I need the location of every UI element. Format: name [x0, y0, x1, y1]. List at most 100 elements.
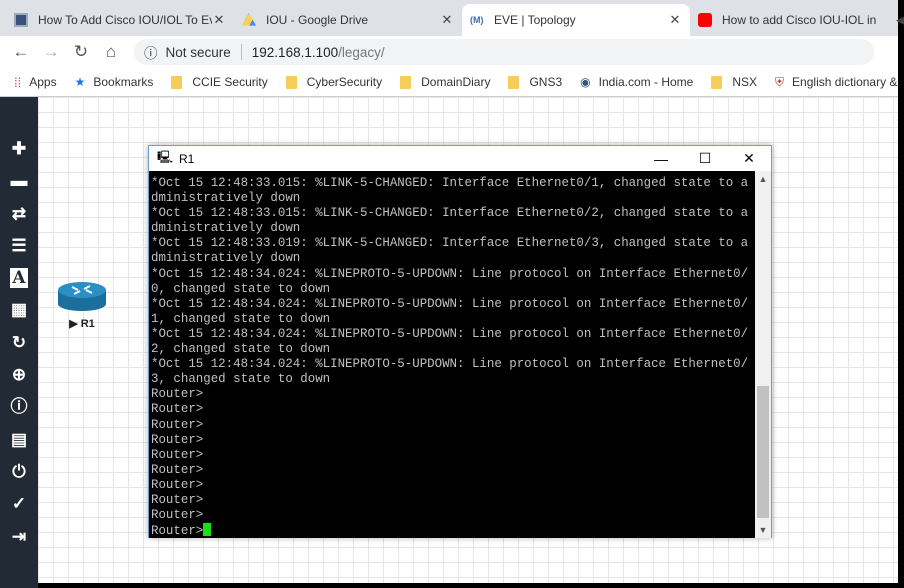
url-input[interactable]: ⓘ Not secure 192.168.1.100/legacy/	[134, 39, 874, 65]
youtube-icon	[698, 13, 712, 27]
tab-strip: How To Add Cisco IOU/IOL To Ev ✕ IOU - Go…	[6, 4, 904, 36]
minimize-button[interactable]: —	[639, 151, 683, 167]
bookmark-gns3[interactable]: GNS3	[508, 75, 562, 89]
terminal-line: dministratively down	[151, 251, 301, 266]
cursor	[203, 523, 212, 537]
tab-title: How To Add Cisco IOU/IOL To Ev	[38, 13, 212, 27]
close-button[interactable]: ✕	[727, 150, 771, 167]
terminal-line: 3, changed state to down	[151, 372, 331, 387]
scrollbar-thumb[interactable]	[757, 386, 769, 518]
list-icon[interactable]: ▤	[0, 424, 38, 456]
folder-icon	[400, 75, 412, 89]
terminal-line: *Oct 15 12:48:34.024: %LINEPROTO-5-UPDOW…	[151, 296, 749, 311]
close-tab-icon[interactable]: ✕	[440, 12, 454, 28]
star-icon: ★	[74, 75, 86, 89]
router-node-r1[interactable]: ▶ R1	[56, 280, 108, 330]
align-left-icon[interactable]: ☰	[0, 230, 38, 262]
address-bar: ← → ↻ ⌂ ⓘ Not secure 192.168.1.100/legac…	[0, 36, 898, 68]
tab-eve-topology[interactable]: (M) EVE | Topology ✕	[462, 4, 690, 36]
terminal-scrollbar[interactable]: ▲ ▼	[755, 171, 771, 538]
back-icon[interactable]: ←	[6, 42, 36, 62]
shield-crest-icon: ⛨	[775, 74, 785, 89]
terminal-window[interactable]: 🖳 R1 — ☐ ✕ *Oct 15 12:48:33.015: %LINK-5…	[148, 145, 772, 538]
info-icon[interactable]: ⓘ	[0, 391, 38, 423]
text-icon[interactable]: A	[0, 262, 38, 294]
bookmark-apps[interactable]: ⁞⁞ Apps	[14, 75, 57, 90]
hdd-icon[interactable]: ▬	[0, 165, 38, 197]
terminal-line: *Oct 15 12:48:33.015: %LINK-5-CHANGED: I…	[151, 176, 749, 190]
url-host: 192.168.1.100	[251, 44, 339, 60]
bookmarks-bar: ⁞⁞ Apps ★ Bookmarks CCIE Security CyberSec…	[0, 68, 898, 97]
close-tab-icon[interactable]: ✕	[212, 12, 226, 28]
scroll-up-icon[interactable]: ▲	[755, 174, 771, 184]
grid-icon[interactable]: ▦	[0, 294, 38, 326]
terminal-line: 0, changed state to down	[151, 281, 331, 296]
tab-title: IOU - Google Drive	[266, 13, 369, 27]
terminal-titlebar[interactable]: 🖳 R1 — ☐ ✕	[149, 146, 771, 171]
browser-chrome: How To Add Cisco IOU/IOL To Ev ✕ IOU - Go…	[0, 0, 904, 97]
google-drive-icon	[242, 13, 256, 26]
terminal-line: *Oct 15 12:48:33.019: %LINK-5-CHANGED: I…	[151, 236, 749, 251]
reload-icon[interactable]: ↻	[66, 42, 96, 62]
bookmark-cybersecurity[interactable]: CyberSecurity	[285, 75, 382, 89]
terminal-line: Router>	[151, 387, 204, 402]
terminal-line: Router>	[151, 492, 204, 507]
terminal-line: Router>	[151, 508, 204, 523]
home-icon[interactable]: ⌂	[96, 42, 126, 62]
add-icon[interactable]: ✚	[0, 133, 38, 165]
bookmark-india-com[interactable]: ◉ India.com - Home	[580, 75, 693, 89]
zoom-in-icon[interactable]: ⊕	[0, 359, 38, 391]
bookmark-english-dictionary[interactable]: ⛨ English dictionary &	[775, 75, 897, 90]
tab-how-to-add-iou[interactable]: How To Add Cisco IOU/IOL To Ev ✕	[6, 4, 234, 36]
terminal-line: *Oct 15 12:48:34.024: %LINEPROTO-5-UPDOW…	[151, 266, 749, 281]
folder-icon	[711, 75, 723, 89]
node-label: R1	[80, 318, 95, 330]
terminal-title: R1	[179, 151, 195, 166]
maximize-button[interactable]: ☐	[683, 150, 727, 167]
terminal-line: *Oct 15 12:48:34.024: %LINEPROTO-5-UPDOW…	[151, 357, 749, 372]
terminal-line: *Oct 15 12:48:33.015: %LINK-5-CHANGED: I…	[151, 206, 749, 221]
terminal-line: Router>	[151, 417, 204, 432]
logout-icon[interactable]: ⇥	[0, 521, 38, 553]
eve-icon: (M)	[470, 15, 484, 25]
tab-title: EVE | Topology	[494, 13, 576, 27]
bookmark-domaindiary[interactable]: DomainDiary	[400, 75, 490, 89]
terminal-line: dministratively down	[151, 191, 301, 206]
terminal-line: Router>	[151, 462, 204, 477]
security-label: Not secure	[165, 44, 231, 60]
tab-youtube[interactable]: How to add Cisco IOU-IOL in ◀)	[690, 4, 904, 36]
terminal-line: 2, changed state to down	[151, 342, 331, 357]
bookmark-ccie-security[interactable]: CCIE Security	[171, 75, 268, 89]
terminal-prompt-line: Router>	[151, 523, 755, 538]
scroll-down-icon[interactable]: ▼	[755, 525, 771, 535]
forward-icon[interactable]: →	[36, 42, 66, 62]
grid-favicon-icon	[14, 13, 28, 27]
folder-icon	[285, 75, 297, 89]
apps-icon: ⁞⁞	[14, 74, 22, 90]
check-circle-icon[interactable]: ✓	[0, 488, 38, 520]
terminal-line: Router>	[151, 477, 204, 492]
power-icon[interactable]: ⏻	[0, 456, 38, 488]
terminal-output[interactable]: *Oct 15 12:48:33.015: %LINK-5-CHANGED: I…	[149, 171, 755, 538]
refresh-icon[interactable]: ↻	[0, 327, 38, 359]
tab-google-drive[interactable]: IOU - Google Drive ✕	[234, 4, 462, 36]
info-icon[interactable]: ⓘ	[144, 42, 158, 62]
tab-title: How to add Cisco IOU-IOL in	[722, 13, 877, 27]
close-tab-icon[interactable]: ✕	[668, 12, 682, 28]
terminal-line: 1, changed state to down	[151, 311, 331, 326]
putty-icon: 🖳	[157, 150, 174, 164]
speaker-icon: ◀)	[896, 12, 904, 27]
terminal-line: dministratively down	[151, 221, 301, 236]
terminal-line: *Oct 15 12:48:34.024: %LINEPROTO-5-UPDOW…	[151, 326, 749, 341]
globe-icon: ◉	[580, 75, 591, 89]
url-path: /legacy/	[338, 44, 385, 60]
bookmark-nsx[interactable]: NSX	[711, 75, 757, 89]
terminal-line: Router>	[151, 447, 204, 462]
running-icon: ▶	[69, 318, 78, 330]
folder-icon	[171, 75, 183, 89]
bookmark-bookmarks[interactable]: ★ Bookmarks	[75, 75, 154, 89]
prompt: Router>	[151, 524, 204, 538]
terminal-line: Router>	[151, 402, 204, 417]
transfer-icon[interactable]: ⇄	[0, 198, 38, 230]
eve-sidebar: ✚ ▬ ⇄ ☰ A ▦ ↻ ⊕ ⓘ ▤ ⏻ ✓ ⇥	[0, 97, 38, 588]
